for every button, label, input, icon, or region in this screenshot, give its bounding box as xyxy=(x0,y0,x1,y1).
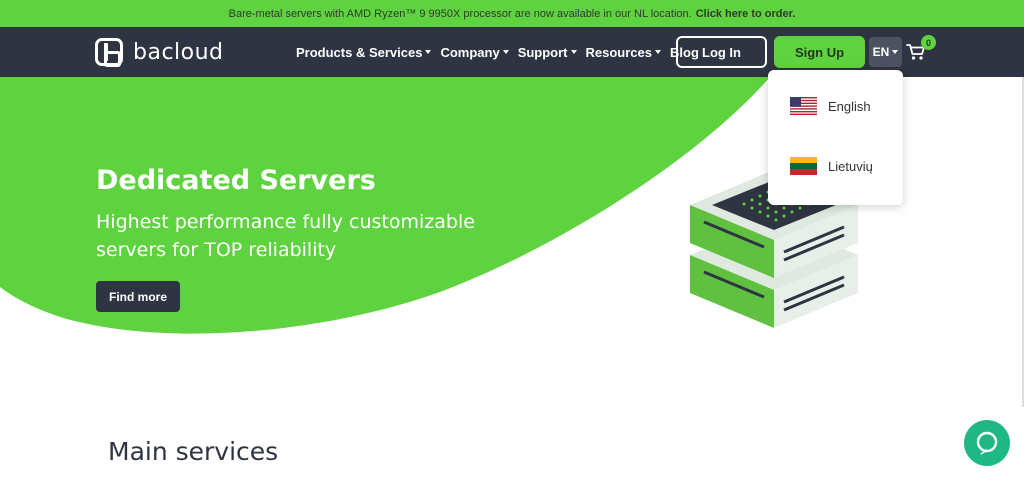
cart-count-badge: 0 xyxy=(921,35,936,50)
announcement-text: Bare-metal servers with AMD Ryzen™ 9 995… xyxy=(228,7,692,20)
nav-item-label: Products & Services xyxy=(296,44,423,60)
find-more-button[interactable]: Find more xyxy=(96,281,180,312)
language-dropdown: English Lietuvių xyxy=(768,70,903,205)
nav-item-label: Support xyxy=(517,44,568,60)
caret-down-icon xyxy=(425,50,432,54)
caret-down-icon xyxy=(502,50,509,54)
language-option-lithuanian[interactable]: Lietuvių xyxy=(790,156,873,176)
us-flag-icon xyxy=(790,97,817,115)
announcement-link[interactable]: Click here to order. xyxy=(696,8,796,20)
announcement-bar[interactable]: Bare-metal servers with AMD Ryzen™ 9 995… xyxy=(0,0,1024,27)
caret-down-icon xyxy=(655,50,661,54)
language-label: Lietuvių xyxy=(828,158,873,174)
nav-item-company[interactable]: Company xyxy=(440,44,509,60)
brand-name: bacloud xyxy=(133,39,224,65)
language-selector[interactable]: EN xyxy=(869,37,902,67)
chat-widget-button[interactable] xyxy=(964,420,1010,466)
bacloud-logo-icon xyxy=(95,38,123,67)
login-button[interactable]: Log In xyxy=(676,36,767,68)
lithuania-flag-icon xyxy=(790,157,817,175)
section-title-main-services: Main services xyxy=(108,437,279,466)
nav-item-support[interactable]: Support xyxy=(518,45,577,60)
language-option-english[interactable]: English xyxy=(790,96,871,116)
language-code: EN xyxy=(872,45,890,59)
caret-down-icon xyxy=(570,50,577,54)
main-menu: Products & Services Company Support Reso… xyxy=(296,27,708,77)
nav-item-products-services[interactable]: Products & Services xyxy=(296,44,432,60)
brand-logo[interactable]: bacloud xyxy=(95,38,224,67)
hero-title: Dedicated Servers xyxy=(96,165,376,196)
caret-down-icon xyxy=(892,50,899,54)
language-label: English xyxy=(828,98,871,114)
signup-button[interactable]: Sign Up xyxy=(774,36,865,68)
hero-subtitle: Highest performance fully customizable s… xyxy=(96,211,475,261)
chat-bubble-icon xyxy=(976,431,998,455)
nav-item-resources[interactable]: Resources xyxy=(586,45,661,60)
nav-item-label: Company xyxy=(440,44,500,60)
nav-item-label: Resources xyxy=(585,44,652,60)
